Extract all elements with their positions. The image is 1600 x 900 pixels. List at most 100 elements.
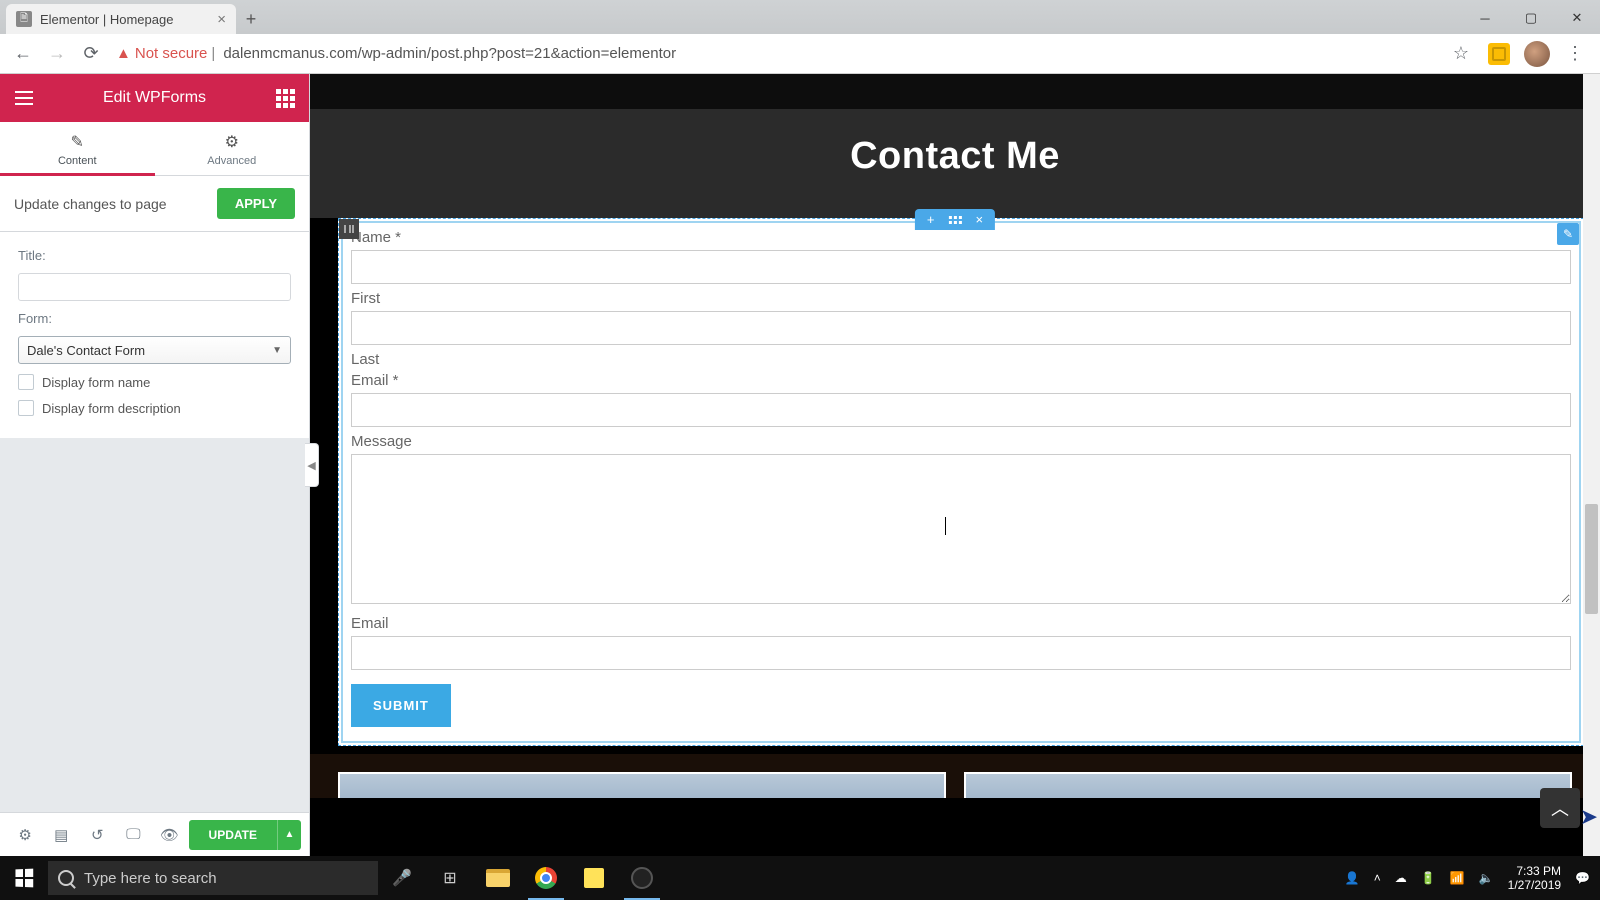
display-form-description-checkbox[interactable]: Display form description [18,400,291,416]
not-secure-badge: ▲ Not secure | [116,45,215,62]
gear-icon: ⚙ [155,132,310,152]
profile-avatar[interactable] [1520,37,1554,71]
name-last-input[interactable] [351,311,1571,345]
scroll-to-top-button[interactable]: ︿ [1540,788,1580,828]
tab-content[interactable]: ✎ Content [0,122,155,176]
tray-people-icon[interactable]: 👤 [1345,871,1360,885]
display-form-name-label: Display form name [42,375,150,390]
window-close-button[interactable]: ✕ [1554,2,1600,34]
vertical-scrollbar[interactable] [1583,74,1600,856]
tab-title: Elementor | Homepage [40,12,173,27]
delete-section-icon[interactable]: × [976,212,984,227]
address-bar[interactable]: ▲ Not secure | dalenmcmanus.com/wp-admin… [116,45,1434,62]
file-explorer-icon[interactable] [474,856,522,900]
image-gallery-strip [310,754,1600,798]
history-icon[interactable]: ↺ [80,817,114,853]
update-dropdown-button[interactable]: ▲ [277,820,301,850]
chrome-icon[interactable] [522,856,570,900]
email-required-label: Email * [351,372,1571,389]
scrollbar-thumb[interactable] [1585,504,1598,614]
browser-tab[interactable]: 🗎 Elementor | Homepage × [6,4,236,34]
task-view-icon[interactable]: ⊞ [426,856,474,900]
responsive-icon[interactable]: 🖵 [116,817,150,853]
sticky-notes-icon[interactable] [570,856,618,900]
gallery-thumb[interactable] [338,772,946,798]
search-icon [58,870,74,886]
submit-button[interactable]: SUBMIT [351,684,451,727]
email-input[interactable] [351,636,1571,670]
collapse-sidebar-button[interactable]: ◀ [305,443,319,487]
bookmark-star-icon[interactable]: ☆ [1444,37,1478,71]
favicon-icon: 🗎 [16,11,32,27]
keep-extension-icon[interactable] [1482,37,1516,71]
checkbox-icon [18,400,34,416]
display-form-description-label: Display form description [42,401,181,416]
sidebar-menu-button[interactable] [0,74,48,122]
taskbar-search[interactable]: Type here to search [48,861,378,895]
window-minimize-button[interactable]: ─ [1462,2,1508,34]
email-required-input[interactable] [351,393,1571,427]
email-label: Email [351,615,1571,632]
tray-onedrive-icon[interactable]: ☁ [1395,871,1407,885]
edit-widget-button[interactable]: ✎ [1557,223,1579,245]
new-tab-button[interactable]: + [236,4,266,34]
form-select[interactable]: Dale's Contact Form ▼ [18,336,291,364]
obs-icon[interactable] [618,856,666,900]
sidebar-header: Edit WPForms [0,74,309,122]
last-label: Last [351,351,1571,368]
tray-battery-icon[interactable]: 🔋 [1421,871,1436,885]
hero-section: Contact Me [310,109,1600,218]
add-section-icon[interactable]: + [927,212,935,227]
system-tray: 👤 ˄ ☁ 🔋 📶 🔈 7:33 PM 1/27/2019 💬 [1345,864,1600,893]
contact-form: Name * First Last Email * Message Email … [341,221,1581,743]
tray-notifications-icon[interactable]: 💬 [1575,871,1590,885]
window-controls: ─ ▢ ✕ [1462,2,1600,34]
tray-volume-icon[interactable]: 🔈 [1479,871,1494,885]
sidebar-title: Edit WPForms [103,89,206,107]
tray-wifi-icon[interactable]: 📶 [1450,871,1465,885]
title-input[interactable] [18,273,291,301]
chevron-down-icon: ▼ [272,345,282,356]
browser-menu-icon[interactable]: ⋮ [1558,37,1592,71]
clock-date: 1/27/2019 [1508,878,1561,892]
sidebar-widgets-button[interactable] [261,74,309,122]
column-handle[interactable] [339,219,359,239]
gallery-thumb[interactable] [964,772,1572,798]
sidebar-tabs: ✎ Content ⚙ Advanced [0,122,309,176]
title-label: Title: [18,248,291,263]
form-select-value: Dale's Contact Form [27,343,145,358]
page-heading: Contact Me [310,135,1600,178]
tray-up-icon[interactable]: ˄ [1374,871,1381,885]
wpforms-widget-section[interactable]: ✎ Name * First Last Email * Message Emai… [338,218,1584,746]
apply-text: Update changes to page [14,196,167,212]
message-textarea[interactable] [351,454,1571,604]
search-placeholder: Type here to search [84,870,217,887]
drag-section-icon[interactable] [949,216,962,224]
navigator-icon[interactable]: ▤ [44,817,78,853]
window-maximize-button[interactable]: ▢ [1508,2,1554,34]
sidebar-footer: ⚙ ▤ ↺ 🖵 👁 UPDATE ▲ [0,812,309,856]
message-label: Message [351,433,1571,450]
preview-pane: Contact Me + × ✎ Name * First Last Email… [310,74,1600,856]
browser-tab-strip: 🗎 Elementor | Homepage × + ─ ▢ ✕ [0,0,1600,34]
preview-icon[interactable]: 👁 [152,817,186,853]
tab-close-icon[interactable]: × [217,11,226,28]
apply-button[interactable]: APPLY [217,188,295,219]
name-first-input[interactable] [351,250,1571,284]
tab-advanced[interactable]: ⚙ Advanced [155,122,310,176]
form-label: Form: [18,311,291,326]
back-button[interactable]: ← [8,39,38,69]
cortana-mic-icon[interactable]: 🎤 [378,856,426,900]
forward-button[interactable]: → [42,39,72,69]
update-button[interactable]: UPDATE [189,820,277,850]
display-form-name-checkbox[interactable]: Display form name [18,374,291,390]
start-button[interactable] [0,856,48,900]
settings-icon[interactable]: ⚙ [8,817,42,853]
elementor-sidebar: Edit WPForms ✎ Content ⚙ Advanced Update… [0,74,310,856]
url-text: dalenmcmanus.com/wp-admin/post.php?post=… [223,45,676,62]
clock-time: 7:33 PM [1508,864,1561,878]
taskbar-clock[interactable]: 7:33 PM 1/27/2019 [1508,864,1561,893]
reload-button[interactable]: ⟳ [76,39,106,69]
first-label: First [351,290,1571,307]
section-handle[interactable]: + × [915,209,995,230]
